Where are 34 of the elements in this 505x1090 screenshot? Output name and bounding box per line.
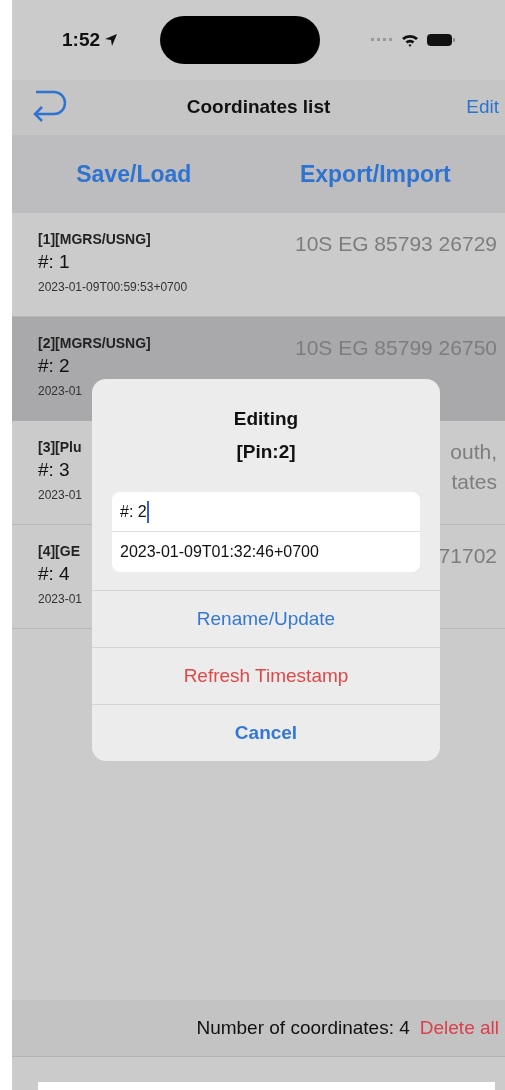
row-timestamp: 2023-01: [38, 591, 83, 608]
dialog-action[interactable]: Refresh Timestamp: [92, 647, 440, 704]
edit-button[interactable]: Edit: [466, 93, 499, 122]
battery-icon: [427, 33, 455, 47]
row-timestamp: 2023-01-09T00:59:53+0700: [38, 279, 188, 296]
signal-icon: [371, 38, 393, 42]
row-coordinate: 71702: [438, 543, 497, 569]
dialog-action[interactable]: Rename/Update: [92, 590, 440, 647]
toolbar-button[interactable]: Save/Load: [76, 156, 192, 192]
row-coordinate: outh,: [450, 439, 497, 465]
row-type-label: [1][MGRS/USNG]: [38, 230, 152, 249]
toolbar-button[interactable]: Export/Import: [299, 156, 451, 192]
name-field[interactable]: #: 2: [112, 492, 420, 532]
row-type-label: [4][GE: [38, 542, 81, 561]
timestamp-field[interactable]: 2023-01-09T01:32:46+0700: [112, 532, 420, 572]
row-name: #: 4: [38, 562, 71, 586]
row-coordinate: 10S EG 85793 26729: [295, 231, 497, 257]
dialog-subtitle: [Pin:2]: [236, 439, 296, 464]
row-name: #: 3: [38, 458, 71, 482]
row-type-label: [3][Plu: [38, 438, 83, 457]
row-timestamp: 2023-01: [38, 383, 84, 400]
row-timestamp: 2023-01: [38, 487, 83, 504]
delete-all-button[interactable]: Delete all: [419, 1013, 499, 1043]
row-type-label: [2][MGRS/USNG]: [38, 334, 151, 353]
text-cursor: [146, 500, 149, 523]
location-arrow-icon: [104, 33, 119, 47]
status-time: 1:52: [62, 27, 101, 52]
row-name: #: 1: [38, 250, 71, 274]
nav-title: Coordinates list: [186, 95, 331, 120]
row-coordinate: tates: [451, 469, 497, 495]
coordinate-count: Number of coordinates: 4: [196, 1015, 410, 1040]
row-name: #: 2: [38, 354, 71, 378]
dialog-action[interactable]: Cancel: [92, 704, 440, 761]
wifi-icon: [401, 33, 419, 47]
